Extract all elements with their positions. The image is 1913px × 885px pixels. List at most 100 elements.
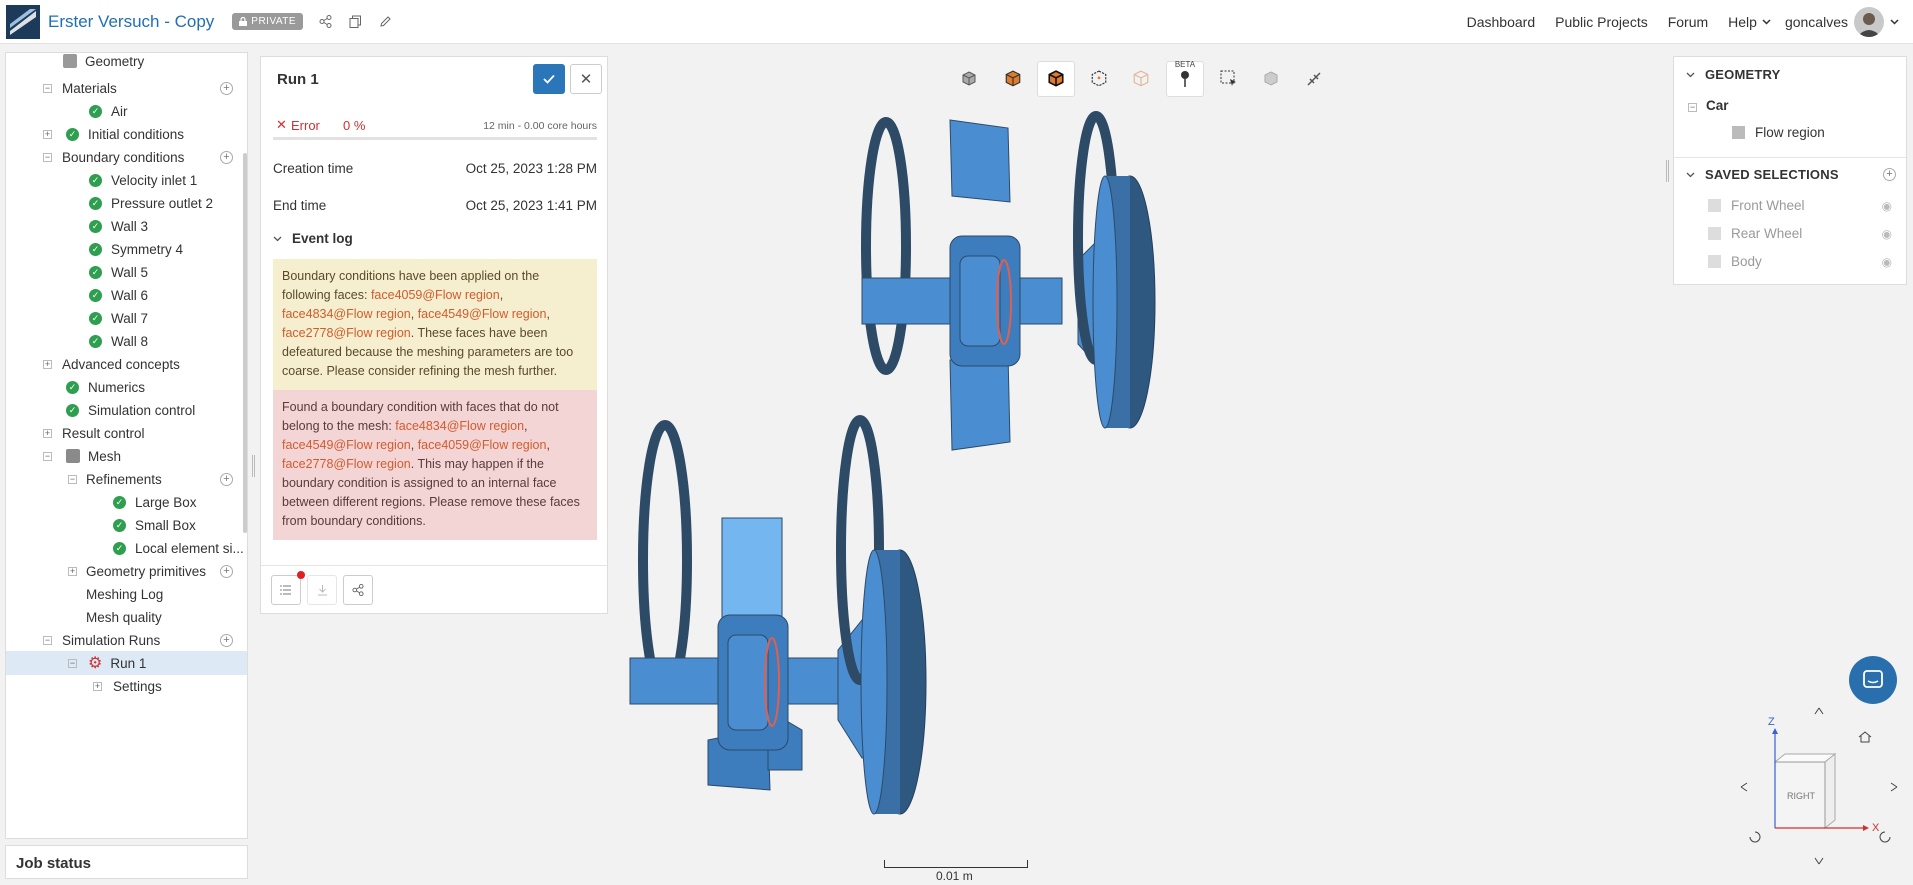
tree-item-result-control[interactable]: Result control <box>62 421 145 445</box>
nav-forum[interactable]: Forum <box>1668 14 1708 30</box>
tree-item-simulation-runs[interactable]: Simulation Runs <box>62 628 160 652</box>
face-link[interactable]: face4834@Flow region <box>395 419 524 433</box>
view-cube-button[interactable] <box>950 61 988 97</box>
rotate-up-icon[interactable] <box>1814 707 1824 715</box>
tree-item-meshing-log[interactable]: Meshing Log <box>86 582 163 606</box>
geometry-flow-region[interactable]: Flow region <box>1732 125 1825 140</box>
face-link[interactable]: face2778@Flow region <box>282 326 411 340</box>
rotate-down-icon[interactable] <box>1814 857 1824 865</box>
wireframe-view-button[interactable] <box>1080 61 1118 97</box>
add-selection-button[interactable]: + <box>1883 168 1896 181</box>
rotate-left-icon[interactable] <box>1740 782 1748 792</box>
box-select-button[interactable] <box>1210 61 1248 97</box>
add-geometry-primitive-button[interactable]: + <box>220 565 233 578</box>
tree-item-refinements[interactable]: Refinements <box>86 467 162 491</box>
close-button[interactable]: ✕ <box>570 64 602 94</box>
tree-item-mesh-quality[interactable]: Mesh quality <box>86 605 162 629</box>
add-material-button[interactable]: + <box>220 82 233 95</box>
tree-item-wall-8[interactable]: ✓ Wall 8 <box>89 329 148 353</box>
face-link[interactable]: face4549@Flow region <box>282 438 411 452</box>
geometry-section-toggle[interactable]: GEOMETRY <box>1686 67 1781 82</box>
event-log-toggle[interactable]: Event log <box>273 231 353 246</box>
user-menu[interactable]: goncalves <box>1785 7 1899 37</box>
hide-selection-button[interactable] <box>1252 61 1290 97</box>
face-link[interactable]: face2778@Flow region <box>282 457 411 471</box>
solid-view-button[interactable] <box>994 61 1032 97</box>
expand-toggle[interactable]: + <box>43 130 52 139</box>
selection-body[interactable]: Body ◉ <box>1708 254 1904 269</box>
tree-item-symmetry-4[interactable]: ✓ Symmetry 4 <box>89 237 183 261</box>
tree-item-wall-7[interactable]: ✓ Wall 7 <box>89 306 148 330</box>
tree-item-large-box[interactable]: ✓ Large Box <box>113 490 197 514</box>
nav-public-projects[interactable]: Public Projects <box>1555 14 1648 30</box>
measure-button[interactable] <box>1295 61 1333 97</box>
saved-selections-toggle[interactable]: SAVED SELECTIONS <box>1686 167 1839 182</box>
add-boundary-condition-button[interactable]: + <box>220 151 233 164</box>
copy-icon[interactable] <box>347 14 363 30</box>
collapse-toggle[interactable]: − <box>1688 103 1697 112</box>
expand-toggle[interactable]: + <box>43 360 52 369</box>
collapse-toggle[interactable]: − <box>43 636 52 645</box>
add-refinement-button[interactable]: + <box>220 473 233 486</box>
solid-edges-view-button[interactable] <box>1037 61 1075 97</box>
tree-item-simulation-control[interactable]: ✓ Simulation control <box>66 398 195 422</box>
tree-item-boundary-conditions[interactable]: Boundary conditions <box>62 145 184 169</box>
collapse-toggle[interactable]: − <box>68 659 77 668</box>
face-link[interactable]: face4059@Flow region <box>371 288 500 302</box>
eye-icon[interactable]: ◉ <box>1882 227 1892 241</box>
log-list-button[interactable] <box>271 575 301 605</box>
scrollbar[interactable] <box>243 153 247 533</box>
collapse-toggle[interactable]: − <box>68 475 77 484</box>
home-icon[interactable] <box>1858 731 1872 743</box>
expand-toggle[interactable]: + <box>68 567 77 576</box>
rotate-ccw-icon[interactable] <box>1749 831 1761 843</box>
nav-help[interactable]: Help <box>1728 14 1771 30</box>
tree-item-advanced-concepts[interactable]: Advanced concepts <box>62 352 180 376</box>
collapse-toggle[interactable]: − <box>43 153 52 162</box>
tree-item-initial-conditions[interactable]: ✓ Initial conditions <box>66 122 184 146</box>
tree-item-wall-3[interactable]: ✓ Wall 3 <box>89 214 148 238</box>
panel-resize-handle[interactable] <box>1666 160 1669 182</box>
selection-rear-wheel[interactable]: Rear Wheel ◉ <box>1708 226 1904 241</box>
tree-item-velocity-inlet[interactable]: ✓ Velocity inlet 1 <box>89 168 197 192</box>
edit-icon[interactable] <box>377 14 393 30</box>
share-run-button[interactable] <box>343 575 373 605</box>
tree-item-wall-5[interactable]: ✓ Wall 5 <box>89 260 148 284</box>
expand-toggle[interactable]: + <box>93 682 102 691</box>
3d-model-view[interactable] <box>600 110 1200 870</box>
tree-item-geometry-primitives[interactable]: Geometry primitives <box>86 559 206 583</box>
tree-item-air[interactable]: ✓ Air <box>89 99 128 123</box>
tree-item-geometry[interactable]: Geometry <box>63 53 144 73</box>
tree-item-small-box[interactable]: ✓ Small Box <box>113 513 196 537</box>
tree-item-numerics[interactable]: ✓ Numerics <box>66 375 145 399</box>
tree-item-pressure-outlet[interactable]: ✓ Pressure outlet 2 <box>89 191 213 215</box>
confirm-button[interactable] <box>533 64 565 94</box>
rotate-cw-icon[interactable] <box>1879 831 1891 843</box>
expand-toggle[interactable]: + <box>43 429 52 438</box>
eye-icon[interactable]: ◉ <box>1882 199 1892 213</box>
add-run-button[interactable]: + <box>220 634 233 647</box>
chat-button[interactable] <box>1849 656 1897 704</box>
navigation-cube[interactable]: RIGHT Z X <box>1735 702 1905 872</box>
selection-front-wheel[interactable]: Front Wheel ◉ <box>1708 198 1904 213</box>
transparent-view-button[interactable] <box>1122 61 1160 97</box>
panel-resize-handle[interactable] <box>252 455 255 477</box>
tree-item-wall-6[interactable]: ✓ Wall 6 <box>89 283 148 307</box>
collapse-toggle[interactable]: − <box>43 84 52 93</box>
project-title[interactable]: Erster Versuch - Copy <box>48 12 214 32</box>
tree-item-run-1[interactable]: ⚙ Run 1 <box>6 651 247 675</box>
eye-icon[interactable]: ◉ <box>1882 255 1892 269</box>
download-button[interactable] <box>307 575 337 605</box>
face-link[interactable]: face4834@Flow region <box>282 307 411 321</box>
face-link[interactable]: face4059@Flow region <box>418 438 547 452</box>
face-link[interactable]: face4549@Flow region <box>418 307 547 321</box>
tree-item-local-element-size[interactable]: ✓ Local element si... <box>113 536 244 560</box>
rotate-right-icon[interactable] <box>1890 782 1898 792</box>
collapse-toggle[interactable]: − <box>43 452 52 461</box>
tree-item-mesh[interactable]: Mesh <box>66 444 121 468</box>
geometry-car[interactable]: Car <box>1706 98 1729 113</box>
probe-point-button[interactable]: BETA <box>1166 60 1204 97</box>
job-status-panel[interactable]: Job status <box>5 845 248 879</box>
share-icon[interactable] <box>317 14 333 30</box>
tree-item-settings[interactable]: Settings <box>113 674 162 698</box>
